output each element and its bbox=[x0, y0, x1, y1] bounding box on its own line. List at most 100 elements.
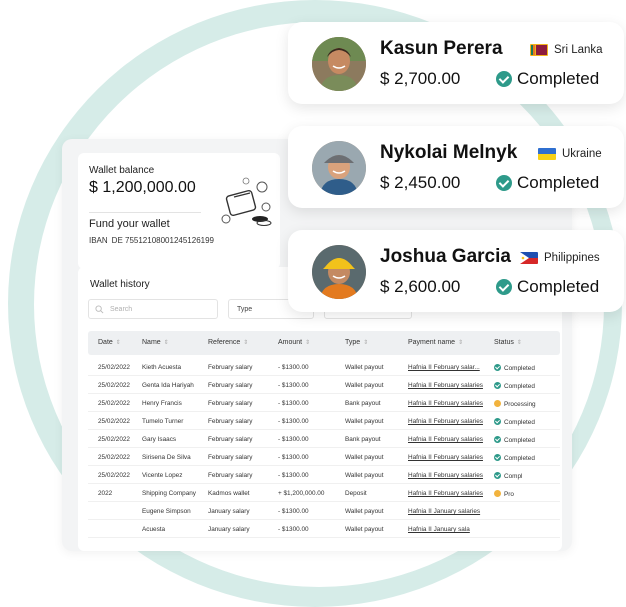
column-name[interactable]: Name ⇕ bbox=[142, 339, 169, 346]
payout-card-kasun-perera[interactable]: Kasun Perera $ 2,700.00 Sri Lanka Comple… bbox=[288, 22, 624, 104]
type-filter-label: Type bbox=[237, 306, 253, 313]
cell-amount: - $1300.00 bbox=[278, 472, 309, 479]
sort-icon: ⇕ bbox=[516, 340, 522, 346]
cell-name: Eugene Simpson bbox=[142, 508, 191, 515]
cell-payment-name[interactable]: Hafnia II February salaries bbox=[408, 400, 492, 407]
sort-icon: ⇕ bbox=[243, 340, 249, 346]
search-input[interactable]: Search bbox=[88, 299, 218, 319]
table-row[interactable]: 25/02/2022 Sirisena De Silva February sala… bbox=[88, 449, 560, 466]
cell-payment-name[interactable]: Hafnia II February salaries bbox=[408, 418, 492, 425]
status-text: Completed bbox=[504, 455, 535, 462]
cell-status: Completed bbox=[494, 436, 560, 444]
cell-date: 25/02/2022 bbox=[98, 436, 130, 443]
cell-reference: February salary bbox=[208, 400, 253, 407]
cell-status: Pro bbox=[494, 490, 560, 498]
payee-name: Kasun Perera bbox=[380, 38, 503, 59]
cell-amount: - $1300.00 bbox=[278, 526, 309, 533]
cell-date: 25/02/2022 bbox=[98, 400, 130, 407]
column-label: Name bbox=[142, 339, 161, 346]
pending-icon bbox=[494, 490, 501, 497]
table-row[interactable]: 25/02/2022 Tumelo Turner February salary - … bbox=[88, 413, 560, 430]
check-circle-icon bbox=[496, 279, 512, 295]
avatar bbox=[312, 141, 366, 195]
sort-icon: ⇕ bbox=[115, 340, 121, 346]
cell-amount: - $1300.00 bbox=[278, 418, 309, 425]
cell-payment-name[interactable]: Hafnia II February salar... bbox=[408, 364, 492, 371]
table-row[interactable]: Eugene Simpson January salary - $1300.00 Wa… bbox=[88, 503, 560, 520]
check-circle-icon bbox=[494, 436, 501, 443]
sort-icon: ⇕ bbox=[458, 340, 464, 346]
column-date[interactable]: Date ⇕ bbox=[98, 339, 121, 346]
cell-payment-name[interactable]: Hafnia II February salaries bbox=[408, 436, 492, 443]
table-row[interactable]: 25/02/2022 Kieth Acuesta February salary - … bbox=[88, 359, 560, 376]
check-circle-icon bbox=[494, 364, 501, 371]
avatar bbox=[312, 37, 366, 91]
table-row[interactable]: 25/02/2022 Gary Isaacs February salary - $1… bbox=[88, 431, 560, 448]
cell-status: Completed bbox=[494, 382, 560, 390]
column-label: Date bbox=[98, 339, 113, 346]
check-circle-icon bbox=[496, 71, 512, 87]
cell-reference: February salary bbox=[208, 436, 253, 443]
check-circle-icon bbox=[494, 472, 501, 479]
country-label: Philippines bbox=[520, 252, 600, 264]
column-amount[interactable]: Amount ⇕ bbox=[278, 339, 310, 346]
search-icon bbox=[95, 304, 104, 313]
cell-type: Wallet payout bbox=[345, 526, 384, 533]
column-reference[interactable]: Reference ⇕ bbox=[208, 339, 248, 346]
cell-name: Shipping Company bbox=[142, 490, 196, 497]
sort-icon: ⇕ bbox=[363, 340, 369, 346]
table-row[interactable]: Acuesta January salary - $1300.00 Wallet pa… bbox=[88, 521, 560, 538]
wallet-balance-amount: $ 1,200,000.00 bbox=[89, 179, 196, 196]
payout-status-label: Completed bbox=[517, 69, 600, 88]
cell-payment-name[interactable]: Hafnia II January salaries bbox=[408, 508, 492, 515]
cell-amount: - $1300.00 bbox=[278, 454, 309, 461]
table-row[interactable]: 25/02/2022 Genta Ida Hariyah February sala… bbox=[88, 377, 560, 394]
status-text: Pro bbox=[504, 491, 514, 498]
column-status[interactable]: Status ⇕ bbox=[494, 339, 522, 346]
payout-card-joshua-garcia[interactable]: Joshua Garcia $ 2,600.00 Philippines Com… bbox=[288, 230, 624, 312]
country-name: Philippines bbox=[544, 252, 600, 264]
status-text: Completed bbox=[504, 383, 535, 390]
cell-amount: - $1300.00 bbox=[278, 400, 309, 407]
column-label: Type bbox=[345, 339, 361, 346]
column-label: Reference bbox=[208, 339, 241, 346]
status-text: Completed bbox=[504, 365, 535, 372]
payout-status: Completed bbox=[496, 277, 599, 297]
cell-reference: Kadmos wallet bbox=[208, 490, 250, 497]
cell-payment-name[interactable]: Hafnia II February salaries bbox=[408, 454, 492, 461]
person-avatar-icon bbox=[312, 141, 366, 195]
column-type[interactable]: Type ⇕ bbox=[345, 339, 368, 346]
cell-status: Processing bbox=[494, 400, 560, 408]
country-name: Ukraine bbox=[562, 148, 602, 160]
table-row[interactable]: 25/02/2022 Henry Francis February salary - … bbox=[88, 395, 560, 412]
table-row[interactable]: 25/02/2022 Vicente Lopez February salary - … bbox=[88, 467, 560, 484]
cell-reference: February salary bbox=[208, 382, 253, 389]
country-label: Ukraine bbox=[538, 148, 602, 160]
cell-payment-name[interactable]: Hafnia II January sala bbox=[408, 526, 492, 533]
table-header: Date ⇕ Name ⇕ Reference ⇕ Amount ⇕ Type ⇕ Pay… bbox=[88, 331, 560, 355]
iban-value: DE 75512108001245126199 bbox=[111, 236, 214, 245]
cell-status: Completed bbox=[494, 364, 560, 372]
philippines-flag-icon bbox=[520, 252, 538, 264]
cell-amount: + $1,200,000.00 bbox=[278, 490, 325, 497]
sri-lanka-flag-icon bbox=[530, 44, 548, 56]
cell-payment-name[interactable]: Hafnia II February salaries bbox=[408, 490, 492, 497]
cell-name: Tumelo Turner bbox=[142, 418, 184, 425]
payout-card-nykolai-melnyk[interactable]: Nykolai Melnyk $ 2,450.00 Ukraine Comple… bbox=[288, 126, 624, 208]
table-row[interactable]: 2022 Shipping Company Kadmos wallet + $1,20… bbox=[88, 485, 560, 502]
status-text: Compl bbox=[504, 473, 523, 480]
cell-reference: February salary bbox=[208, 472, 253, 479]
column-payment-name[interactable]: Payment name ⇕ bbox=[408, 339, 463, 346]
status-text: Completed bbox=[504, 419, 535, 426]
cell-type: Deposit bbox=[345, 490, 367, 497]
cell-type: Wallet payout bbox=[345, 364, 384, 371]
cell-payment-name[interactable]: Hafnia II February salaries bbox=[408, 472, 492, 479]
cell-name: Genta Ida Hariyah bbox=[142, 382, 194, 389]
cell-type: Bank payout bbox=[345, 436, 381, 443]
payout-amount: $ 2,450.00 bbox=[380, 173, 461, 192]
payout-status: Completed bbox=[496, 69, 599, 89]
column-label: Amount bbox=[278, 339, 303, 346]
ukraine-flag-icon bbox=[538, 148, 556, 160]
cell-type: Wallet payout bbox=[345, 472, 384, 479]
cell-payment-name[interactable]: Hafnia II February salaries bbox=[408, 382, 492, 389]
